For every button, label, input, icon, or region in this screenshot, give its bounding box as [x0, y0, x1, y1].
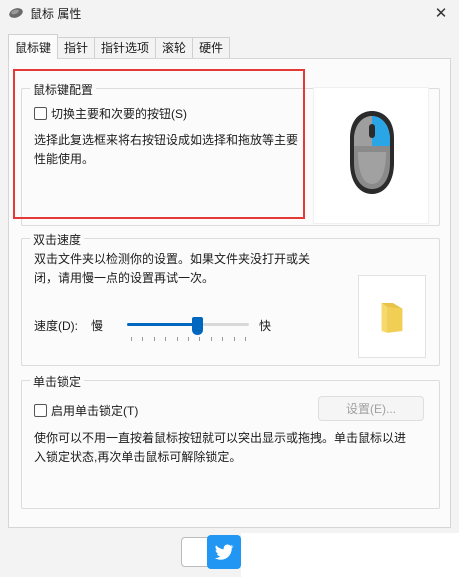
- slider-tick: [165, 337, 167, 341]
- speed-slider-thumb[interactable]: [192, 317, 204, 335]
- close-button[interactable]: ✕: [429, 2, 453, 24]
- slow-label: 慢: [91, 319, 104, 333]
- click-lock-desc-line2: 入锁定状态,再次单击鼠标可解除锁定。: [34, 450, 242, 464]
- tab-mouse-buttons[interactable]: 鼠标键: [8, 34, 59, 59]
- tab-hardware[interactable]: 硬件: [192, 37, 231, 59]
- title-bar: 鼠标 属性 ✕: [0, 0, 459, 26]
- twitter-share-button[interactable]: [207, 535, 241, 569]
- slider-tick: [131, 337, 132, 341]
- click-lock-checkbox-row[interactable]: 启用单击锁定(T): [34, 402, 138, 419]
- slider-tick: [176, 337, 178, 341]
- folder-icon: [381, 303, 403, 333]
- mouse-image-icon: [350, 111, 394, 194]
- double-click-description: 双击文件夹以检测你的设置。如果文件夹没打开或关 闭，请用慢一点的设置再试一次。: [34, 250, 324, 288]
- slider-tick: [233, 337, 235, 341]
- slider-tick: [199, 337, 201, 341]
- click-lock-title: 单击锁定: [30, 373, 85, 390]
- mouse-preview: [313, 87, 429, 224]
- cropped-overlay: [241, 533, 459, 577]
- highlight-box: [13, 69, 305, 219]
- slider-tick: [153, 337, 155, 341]
- speed-slider-fill: [127, 323, 198, 326]
- slider-tick: [222, 337, 224, 341]
- twitter-bird-icon: [214, 544, 234, 560]
- slider-tick: [142, 337, 144, 341]
- click-lock-desc-line1: 使你可以不用一直按着鼠标按钮就可以突出显示或拖拽。单击鼠标以进: [34, 431, 407, 445]
- speed-label: 速度(D):: [34, 319, 78, 333]
- tab-pointers[interactable]: 指针: [57, 37, 96, 59]
- double-click-desc-line2: 闭，请用慢一点的设置再试一次。: [34, 271, 215, 285]
- tab-bar: 鼠标键 指针 指针选项 滚轮 硬件: [8, 34, 231, 59]
- window-title: 鼠标 属性: [30, 7, 82, 21]
- mouse-app-icon: [9, 8, 23, 18]
- tab-wheel[interactable]: 滚轮: [155, 37, 194, 59]
- click-lock-description: 使你可以不用一直按着鼠标按钮就可以突出显示或拖拽。单击鼠标以进 入锁定状态,再次…: [34, 429, 434, 467]
- slider-tick: [188, 337, 189, 341]
- test-folder-area[interactable]: [358, 275, 426, 358]
- click-lock-settings-button[interactable]: 设置(E)...: [318, 396, 424, 421]
- double-click-desc-line1: 双击文件夹以检测你的设置。如果文件夹没打开或关: [34, 252, 311, 266]
- fast-label: 快: [259, 319, 272, 333]
- slider-tick: [210, 337, 212, 341]
- click-lock-label: 启用单击锁定(T): [51, 404, 139, 418]
- click-lock-checkbox[interactable]: [34, 404, 47, 417]
- tab-pointer-options[interactable]: 指针选项: [94, 37, 157, 59]
- speed-slider-track[interactable]: [127, 323, 249, 326]
- close-icon: ✕: [434, 5, 448, 22]
- slider-tick: [245, 337, 246, 341]
- double-click-title: 双击速度: [30, 231, 85, 248]
